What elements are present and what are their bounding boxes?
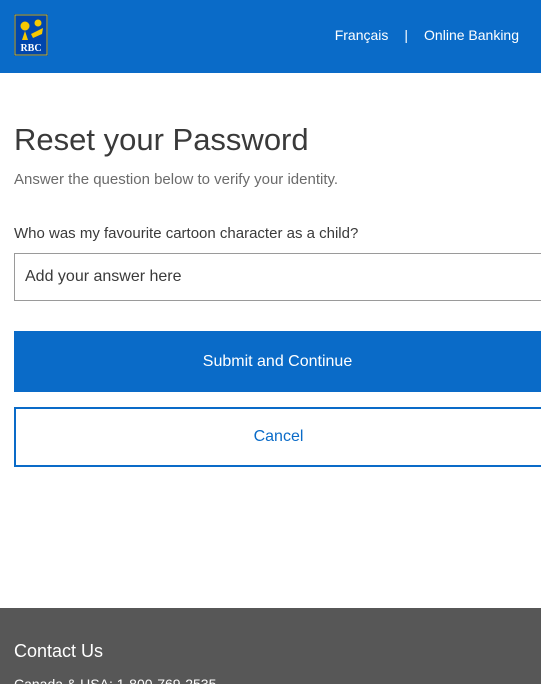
footer-title: Contact Us: [14, 641, 104, 661]
submit-button[interactable]: Submit and Continue: [14, 331, 541, 392]
online-banking-link[interactable]: Online Banking: [424, 27, 519, 43]
footer: Contact Us Canada & USA: 1-800-769-2535: [0, 608, 541, 684]
page-title: Reset your Password: [14, 122, 309, 157]
rbc-logo-icon[interactable]: RBC: [14, 14, 48, 56]
header-nav: Français | Online Banking: [335, 27, 519, 43]
language-link[interactable]: Français: [335, 27, 389, 43]
cancel-button[interactable]: Cancel: [14, 407, 541, 467]
top-header: RBC Français | Online Banking: [0, 0, 541, 73]
security-answer-input[interactable]: [14, 253, 541, 301]
page-subtitle: Answer the question below to verify your…: [14, 171, 339, 188]
nav-separator: |: [404, 27, 409, 43]
footer-phone[interactable]: Canada & USA: 1-800-769-2535: [14, 676, 216, 684]
security-question-label: Who was my favourite cartoon character a…: [14, 225, 359, 242]
logo-text: RBC: [20, 43, 41, 54]
